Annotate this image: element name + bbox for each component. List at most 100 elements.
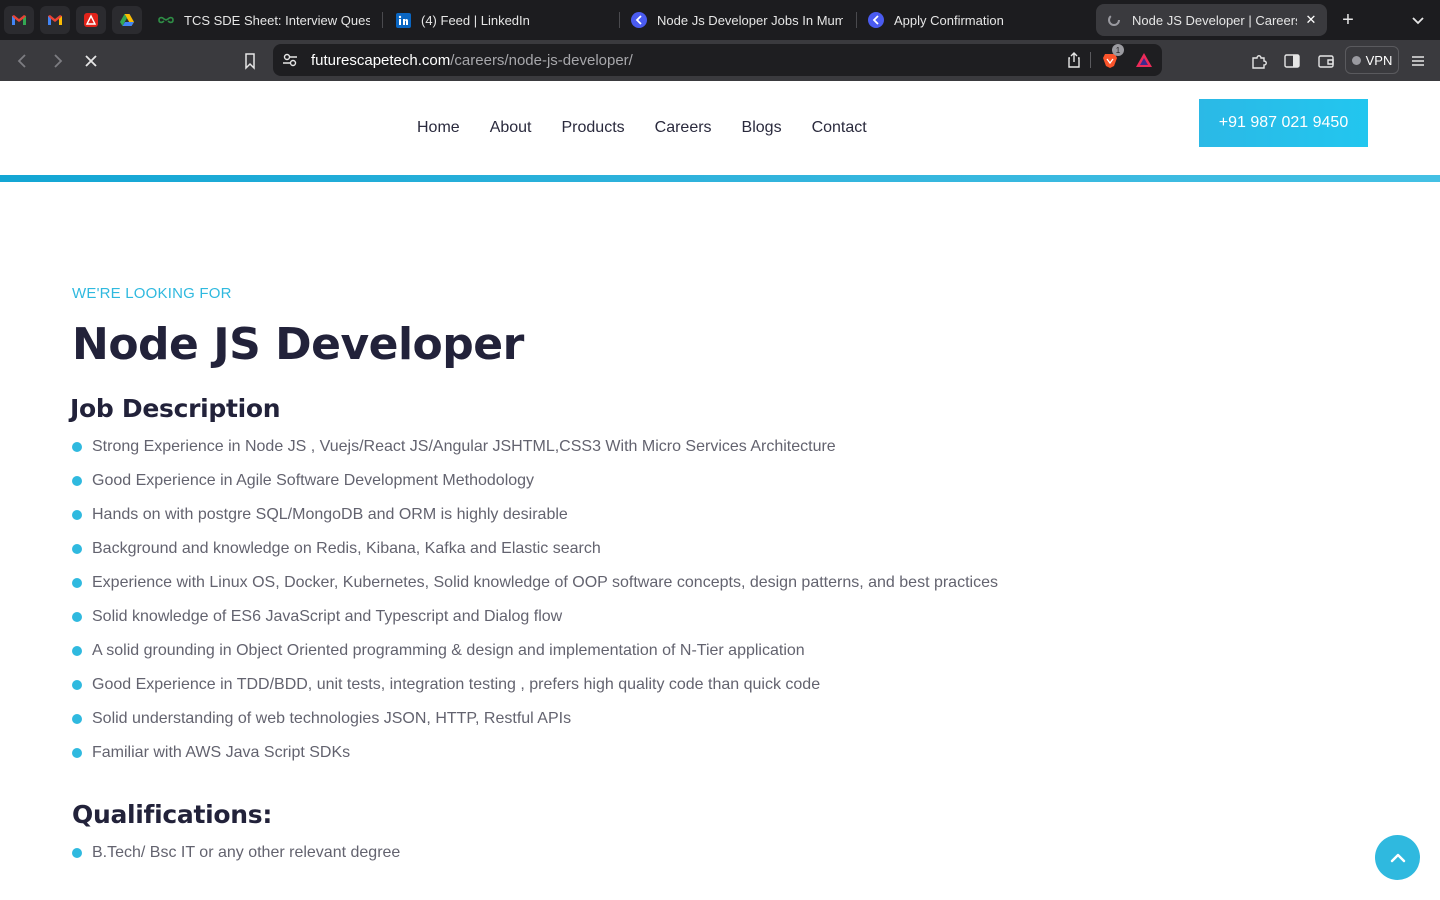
list-item: Hands on with postgre SQL/MongoDB and OR… (72, 505, 998, 539)
scroll-to-top-button[interactable] (1375, 835, 1420, 880)
header-accent-strip (0, 175, 1440, 182)
phone-call-button[interactable]: +91 987 021 9450 (1199, 99, 1368, 147)
sidebar-icon (1284, 54, 1300, 68)
job-site-icon (631, 12, 647, 28)
new-tab-button[interactable]: + (1338, 8, 1358, 32)
vpn-button[interactable]: VPN (1345, 46, 1399, 74)
list-item: Solid understanding of web technologies … (72, 709, 998, 743)
nav-link-contact[interactable]: Contact (812, 119, 867, 137)
close-icon (85, 55, 97, 67)
browser-toolbar: futurescapetech.com/careers/node-js-deve… (0, 40, 1440, 81)
site-settings-icon[interactable] (279, 49, 301, 71)
browser-menu-button[interactable] (1407, 50, 1429, 72)
tab-label: Node Js Developer Jobs In Mumb (657, 12, 843, 28)
job-description-list: Strong Experience in Node JS , Vuejs/Rea… (72, 437, 998, 777)
qualifications-list: B.Tech/ Bsc IT or any other relevant deg… (72, 843, 400, 877)
close-tab-icon[interactable]: ✕ (1303, 12, 1319, 28)
wallet-icon (1318, 55, 1334, 68)
bullet-dot-icon (72, 578, 82, 588)
vpn-label: VPN (1365, 52, 1393, 68)
tab-label: Node JS Developer | Careers (1132, 12, 1297, 28)
nav-link-blogs[interactable]: Blogs (742, 119, 782, 137)
pinned-tab-gmail[interactable] (4, 6, 34, 34)
tab-list-chevron-icon[interactable] (1408, 10, 1428, 30)
main-navigation: Home About Products Careers Blogs Contac… (417, 119, 897, 137)
bullet-dot-icon (72, 748, 82, 758)
tab-tcs-sde-sheet[interactable]: TCS SDE Sheet: Interview Questio (148, 4, 380, 36)
shields-count-badge: 1 (1112, 44, 1124, 56)
browser-tab-bar: TCS SDE Sheet: Interview Questio (4) Fee… (0, 0, 1440, 40)
tab-linkedin-feed[interactable]: (4) Feed | LinkedIn (385, 4, 617, 36)
back-button[interactable] (12, 50, 34, 72)
loading-icon (1106, 12, 1122, 28)
tab-label: (4) Feed | LinkedIn (421, 12, 530, 28)
acrobat-icon (84, 13, 98, 27)
url-host: futurescapetech.com (311, 52, 451, 69)
pinned-tab-gmail-2[interactable] (40, 6, 70, 34)
wallet-button[interactable] (1315, 50, 1337, 72)
bullet-dot-icon (72, 714, 82, 724)
list-item: Background and knowledge on Redis, Kiban… (72, 539, 998, 573)
extensions-button[interactable] (1248, 50, 1270, 72)
nav-link-careers[interactable]: Careers (655, 119, 712, 137)
nav-link-about[interactable]: About (490, 119, 532, 137)
puzzle-icon (1252, 55, 1267, 69)
list-item: B.Tech/ Bsc IT or any other relevant deg… (72, 843, 400, 877)
tab-separator (619, 12, 620, 28)
bullet-dot-icon (72, 544, 82, 554)
gmail-icon (12, 15, 26, 25)
job-description-heading: Job Description (70, 394, 281, 423)
back-arrow-icon (17, 54, 26, 68)
sidebar-button[interactable] (1281, 50, 1303, 72)
pinned-tab-acrobat[interactable] (76, 6, 106, 34)
tab-separator (856, 12, 857, 28)
bullet-dot-icon (72, 848, 82, 858)
divider (1090, 52, 1091, 68)
nav-link-home[interactable]: Home (417, 119, 460, 137)
pinned-tab-google-drive[interactable] (112, 6, 142, 34)
list-item: A solid grounding in Object Oriented pro… (72, 641, 998, 675)
list-item: Good Experience in TDD/BDD, unit tests, … (72, 675, 998, 709)
job-site-icon (868, 12, 884, 28)
forward-button[interactable] (46, 50, 68, 72)
forward-arrow-icon (54, 54, 63, 68)
tab-node-js-developer-careers[interactable]: Node JS Developer | Careers ✕ (1096, 4, 1327, 36)
share-button[interactable] (1063, 49, 1085, 71)
chevron-up-icon (1390, 853, 1405, 862)
bookmark-button[interactable] (239, 50, 261, 72)
bullet-dot-icon (72, 646, 82, 656)
site-header: Home About Products Careers Blogs Contac… (0, 81, 1440, 182)
qualifications-heading: Qualifications: (72, 800, 273, 829)
bullet-dot-icon (72, 476, 82, 486)
bookmark-icon (245, 53, 255, 70)
linkedin-icon (395, 12, 411, 28)
google-drive-icon (120, 14, 134, 26)
hamburger-menu-icon (1412, 56, 1424, 66)
stop-loading-button[interactable] (80, 50, 102, 72)
tab-apply-confirmation[interactable]: Apply Confirmation (858, 4, 1090, 36)
share-icon (1068, 52, 1080, 68)
tab-label: TCS SDE Sheet: Interview Questio (184, 12, 370, 28)
gmail-icon (48, 15, 62, 25)
list-item: Good Experience in Agile Software Develo… (72, 471, 998, 505)
brave-shields-button[interactable]: 1 (1099, 44, 1124, 71)
tab-separator (382, 12, 383, 28)
rewards-triangle-icon (1136, 53, 1152, 67)
bullet-dot-icon (72, 442, 82, 452)
address-bar[interactable]: futurescapetech.com/careers/node-js-deve… (273, 44, 1162, 76)
eyebrow-label: WE'RE LOOKING FOR (72, 285, 232, 302)
tab-node-js-jobs[interactable]: Node Js Developer Jobs In Mumb (621, 4, 853, 36)
bullet-dot-icon (72, 510, 82, 520)
page-title: Node JS Developer (72, 319, 524, 370)
nav-link-products[interactable]: Products (562, 119, 625, 137)
list-item: Solid knowledge of ES6 JavaScript and Ty… (72, 607, 998, 641)
gfg-icon (158, 12, 174, 28)
vpn-status-icon (1351, 55, 1361, 65)
tab-label: Apply Confirmation (894, 12, 1004, 28)
list-item: Experience with Linux OS, Docker, Kubern… (72, 573, 998, 607)
list-item: Familiar with AWS Java Script SDKs (72, 743, 998, 777)
list-item: Strong Experience in Node JS , Vuejs/Rea… (72, 437, 998, 471)
url-text: futurescapetech.com/careers/node-js-deve… (311, 52, 633, 69)
bullet-dot-icon (72, 612, 82, 622)
brave-rewards-button[interactable] (1133, 49, 1155, 71)
